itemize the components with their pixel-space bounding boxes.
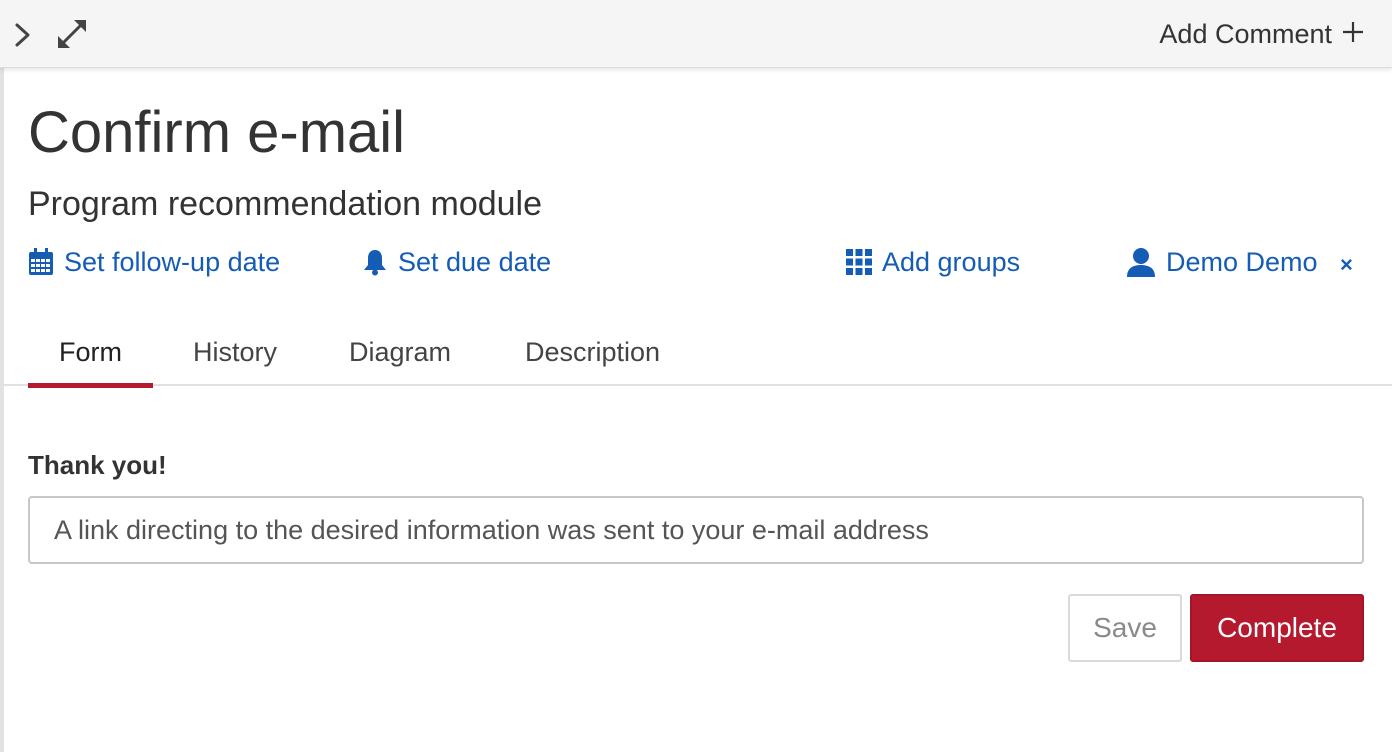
calendar-icon bbox=[28, 248, 54, 276]
bell-icon bbox=[362, 248, 388, 276]
task-toolbar: Add Comment bbox=[0, 0, 1392, 68]
assignee-link[interactable]: Demo Demo bbox=[1126, 244, 1318, 280]
expand-arrows-icon[interactable] bbox=[56, 18, 88, 50]
plus-icon bbox=[1342, 19, 1364, 50]
save-button[interactable]: Save bbox=[1068, 594, 1182, 662]
tab-diagram[interactable]: Diagram bbox=[330, 330, 470, 386]
set-follow-up-date-link[interactable]: Set follow-up date bbox=[28, 244, 280, 280]
complete-button[interactable]: Complete bbox=[1190, 594, 1364, 662]
chevron-right-icon[interactable] bbox=[12, 22, 34, 48]
grid-icon bbox=[846, 249, 872, 275]
tab-form[interactable]: Form bbox=[28, 330, 153, 388]
page-subtitle: Program recommendation module bbox=[28, 185, 543, 223]
set-follow-up-date-label: Set follow-up date bbox=[64, 246, 281, 277]
tab-description[interactable]: Description bbox=[500, 330, 685, 386]
add-comment-button[interactable]: Add Comment bbox=[1159, 16, 1364, 52]
add-groups-link[interactable]: Add groups bbox=[846, 244, 1020, 280]
set-due-date-label: Set due date bbox=[398, 246, 552, 277]
add-groups-label: Add groups bbox=[882, 246, 1021, 277]
form-field-label: Thank you! bbox=[28, 450, 167, 480]
user-icon bbox=[1126, 247, 1156, 277]
add-comment-label: Add Comment bbox=[1159, 18, 1332, 49]
assignee-name: Demo Demo bbox=[1166, 246, 1318, 277]
page-title: Confirm e-mail bbox=[28, 100, 406, 165]
tab-history[interactable]: History bbox=[170, 330, 300, 386]
task-tabs: Form History Diagram Description bbox=[0, 330, 1392, 388]
remove-assignee-button[interactable]: × bbox=[1340, 252, 1353, 278]
set-due-date-link[interactable]: Set due date bbox=[362, 244, 551, 280]
form-message-field[interactable] bbox=[28, 496, 1364, 564]
